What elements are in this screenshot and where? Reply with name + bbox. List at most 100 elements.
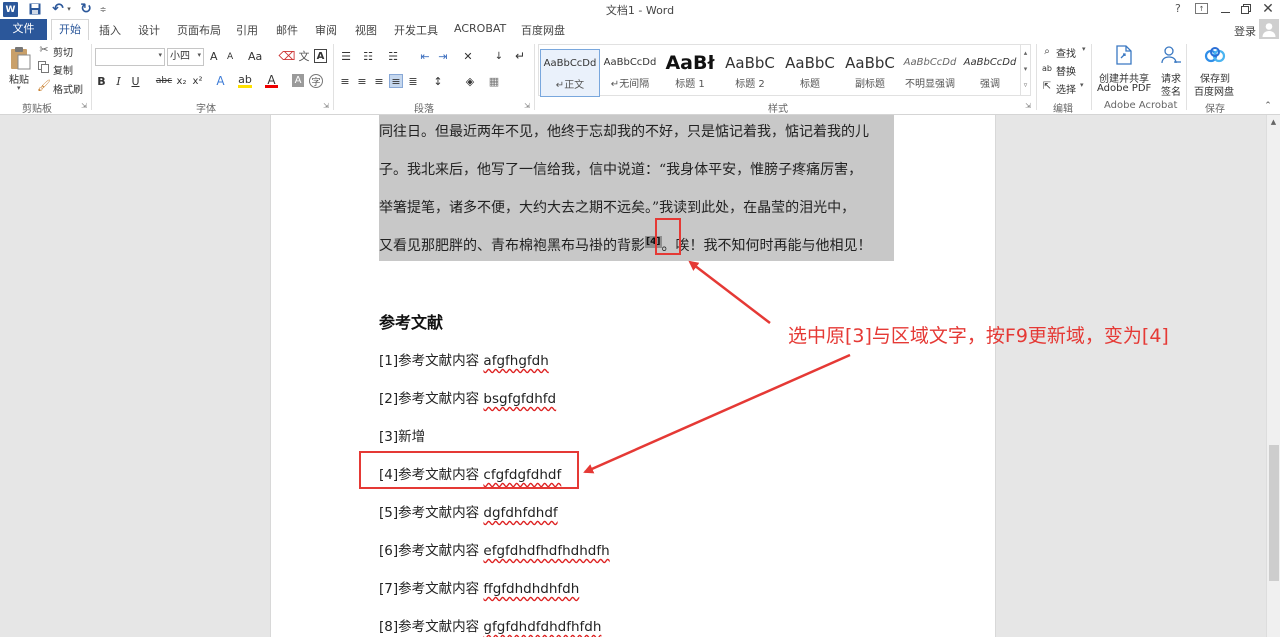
minimize-icon[interactable]: [1218, 2, 1232, 16]
close-icon[interactable]: ✕: [1260, 1, 1276, 17]
replace-icon[interactable]: ab: [1041, 62, 1053, 74]
style-no-spacing[interactable]: AaBbCcDd ↵无间隔: [600, 49, 660, 97]
find-button[interactable]: 查找: [1056, 45, 1076, 60]
style-emphasis[interactable]: AaBbCcDd 强调: [960, 49, 1020, 97]
tab-file[interactable]: 文件: [0, 19, 47, 40]
bold-icon[interactable]: B: [95, 74, 108, 88]
select-button[interactable]: 选择: [1056, 81, 1076, 96]
avatar[interactable]: [1259, 19, 1279, 39]
character-shading-icon[interactable]: A: [292, 74, 304, 87]
font-name-box[interactable]: ▾: [95, 48, 165, 66]
strikethrough-icon[interactable]: abc: [155, 74, 173, 88]
shading-icon[interactable]: ◈: [462, 74, 478, 88]
asian-layout-icon[interactable]: ✕: [460, 49, 476, 63]
style-subtitle[interactable]: AaBbC 副标题: [840, 49, 900, 97]
customize-qat-icon[interactable]: ≑: [99, 2, 107, 16]
scroll-up-icon[interactable]: ▲: [1268, 116, 1279, 128]
subscript-icon[interactable]: x₂: [175, 74, 188, 88]
word-app-icon[interactable]: W: [3, 2, 18, 17]
tab-layout[interactable]: 页面布局: [177, 22, 221, 38]
font-size-box[interactable]: 小四 ▾: [167, 48, 204, 66]
text-effects-icon[interactable]: A: [214, 74, 227, 88]
align-center-icon[interactable]: ≡: [355, 74, 369, 88]
request-signature-icon[interactable]: [1160, 45, 1182, 65]
tab-references[interactable]: 引用: [236, 22, 258, 38]
align-right-icon[interactable]: ≡: [372, 74, 386, 88]
cut-icon[interactable]: ✂: [38, 43, 50, 56]
save-baidu-label-2[interactable]: 百度网盘: [1194, 83, 1234, 98]
phonetic-guide-icon[interactable]: 文: [297, 49, 311, 63]
paste-icon[interactable]: [8, 44, 34, 72]
tab-developer[interactable]: 开发工具: [394, 22, 438, 38]
help-button[interactable]: ?: [1175, 2, 1181, 15]
enclosed-character-icon[interactable]: 字: [309, 74, 323, 88]
baidu-netdisk-icon[interactable]: [1204, 46, 1226, 64]
line-spacing-icon[interactable]: ↕: [430, 74, 446, 88]
justify-icon[interactable]: ≡: [389, 74, 403, 88]
grow-font-button[interactable]: A: [210, 50, 218, 63]
font-launcher-icon[interactable]: ⇲: [322, 102, 330, 110]
font-size-dropdown-icon[interactable]: ▾: [197, 51, 201, 59]
ribbon-display-icon[interactable]: ↑: [1195, 3, 1208, 14]
decrease-indent-icon[interactable]: ⇤: [418, 49, 432, 63]
shrink-font-button[interactable]: A: [227, 52, 233, 62]
sort-icon[interactable]: ↓: [492, 49, 506, 63]
italic-icon[interactable]: I: [112, 74, 125, 88]
clear-format-icon[interactable]: ⌫: [279, 49, 296, 63]
select-dropdown-icon[interactable]: ▾: [1080, 81, 1084, 89]
tab-mailings[interactable]: 邮件: [276, 22, 298, 38]
find-dropdown-icon[interactable]: ▾: [1082, 45, 1086, 53]
undo-dropdown-icon[interactable]: ▾: [66, 3, 72, 15]
paragraph-launcher-icon[interactable]: ⇲: [523, 102, 531, 110]
scroll-thumb[interactable]: [1269, 445, 1279, 581]
restore-icon[interactable]: [1239, 2, 1253, 16]
request-label-2[interactable]: 签名: [1161, 83, 1181, 98]
redo-icon[interactable]: ↻: [78, 1, 94, 17]
underline-icon[interactable]: U: [129, 74, 142, 88]
undo-icon[interactable]: ↶: [49, 1, 67, 17]
format-painter-icon[interactable]: 🖌: [37, 79, 51, 92]
numbering-icon[interactable]: ☷: [360, 49, 376, 63]
clipboard-launcher-icon[interactable]: ⇲: [80, 102, 88, 110]
format-painter-button[interactable]: 格式刷: [53, 81, 83, 96]
find-icon[interactable]: ⌕: [1041, 45, 1053, 57]
vertical-scrollbar[interactable]: ▲: [1266, 115, 1280, 637]
font-name-dropdown-icon[interactable]: ▾: [158, 51, 162, 59]
borders-icon[interactable]: ▦: [487, 74, 501, 88]
multilevel-list-icon[interactable]: ☵: [385, 49, 401, 63]
style-title[interactable]: AaBbC 标题: [780, 49, 840, 97]
superscript-icon[interactable]: x²: [191, 74, 204, 88]
distributed-icon[interactable]: ≣: [406, 74, 420, 88]
tab-acrobat[interactable]: ACROBAT: [454, 22, 506, 38]
copy-button[interactable]: 复制: [53, 62, 73, 77]
cut-button[interactable]: 剪切: [53, 44, 73, 59]
style-heading-2[interactable]: AaBbC 标题 2: [720, 49, 780, 97]
character-border-icon[interactable]: A: [314, 49, 327, 63]
change-case-button[interactable]: Aa: [248, 50, 262, 63]
show-marks-icon[interactable]: ↵: [513, 49, 527, 63]
style-heading-1[interactable]: AaBł 标题 1: [660, 49, 720, 97]
styles-launcher-icon[interactable]: ⇲: [1024, 102, 1032, 110]
paste-dropdown-icon[interactable]: ▾: [17, 84, 21, 92]
tab-view[interactable]: 视图: [355, 22, 377, 38]
select-icon[interactable]: ⇱: [1041, 80, 1053, 92]
tab-review[interactable]: 审阅: [315, 22, 337, 38]
collapse-ribbon-icon[interactable]: ⌃: [1263, 101, 1273, 111]
styles-scroll[interactable]: ▴ ▾ ▿: [1020, 45, 1030, 95]
font-color-icon[interactable]: A: [265, 73, 278, 88]
replace-button[interactable]: 替换: [1056, 63, 1076, 78]
login-link[interactable]: 登录: [1234, 23, 1256, 39]
tab-design[interactable]: 设计: [138, 22, 160, 38]
style-subtle-emphasis[interactable]: AaBbCcDd 不明显强调: [900, 49, 960, 97]
tab-home[interactable]: 开始: [51, 19, 89, 41]
highlight-icon[interactable]: ab: [238, 73, 252, 88]
create-pdf-label-2[interactable]: Adobe PDF: [1097, 83, 1151, 94]
tab-insert[interactable]: 插入: [99, 22, 121, 38]
save-icon[interactable]: [28, 2, 42, 16]
style-normal[interactable]: AaBbCcDd ↵正文: [540, 49, 600, 97]
tab-baidu[interactable]: 百度网盘: [521, 22, 565, 38]
copy-icon[interactable]: [38, 61, 50, 73]
increase-indent-icon[interactable]: ⇥: [436, 49, 450, 63]
align-left-icon[interactable]: ≡: [338, 74, 352, 88]
bullets-icon[interactable]: ☰: [338, 49, 354, 63]
